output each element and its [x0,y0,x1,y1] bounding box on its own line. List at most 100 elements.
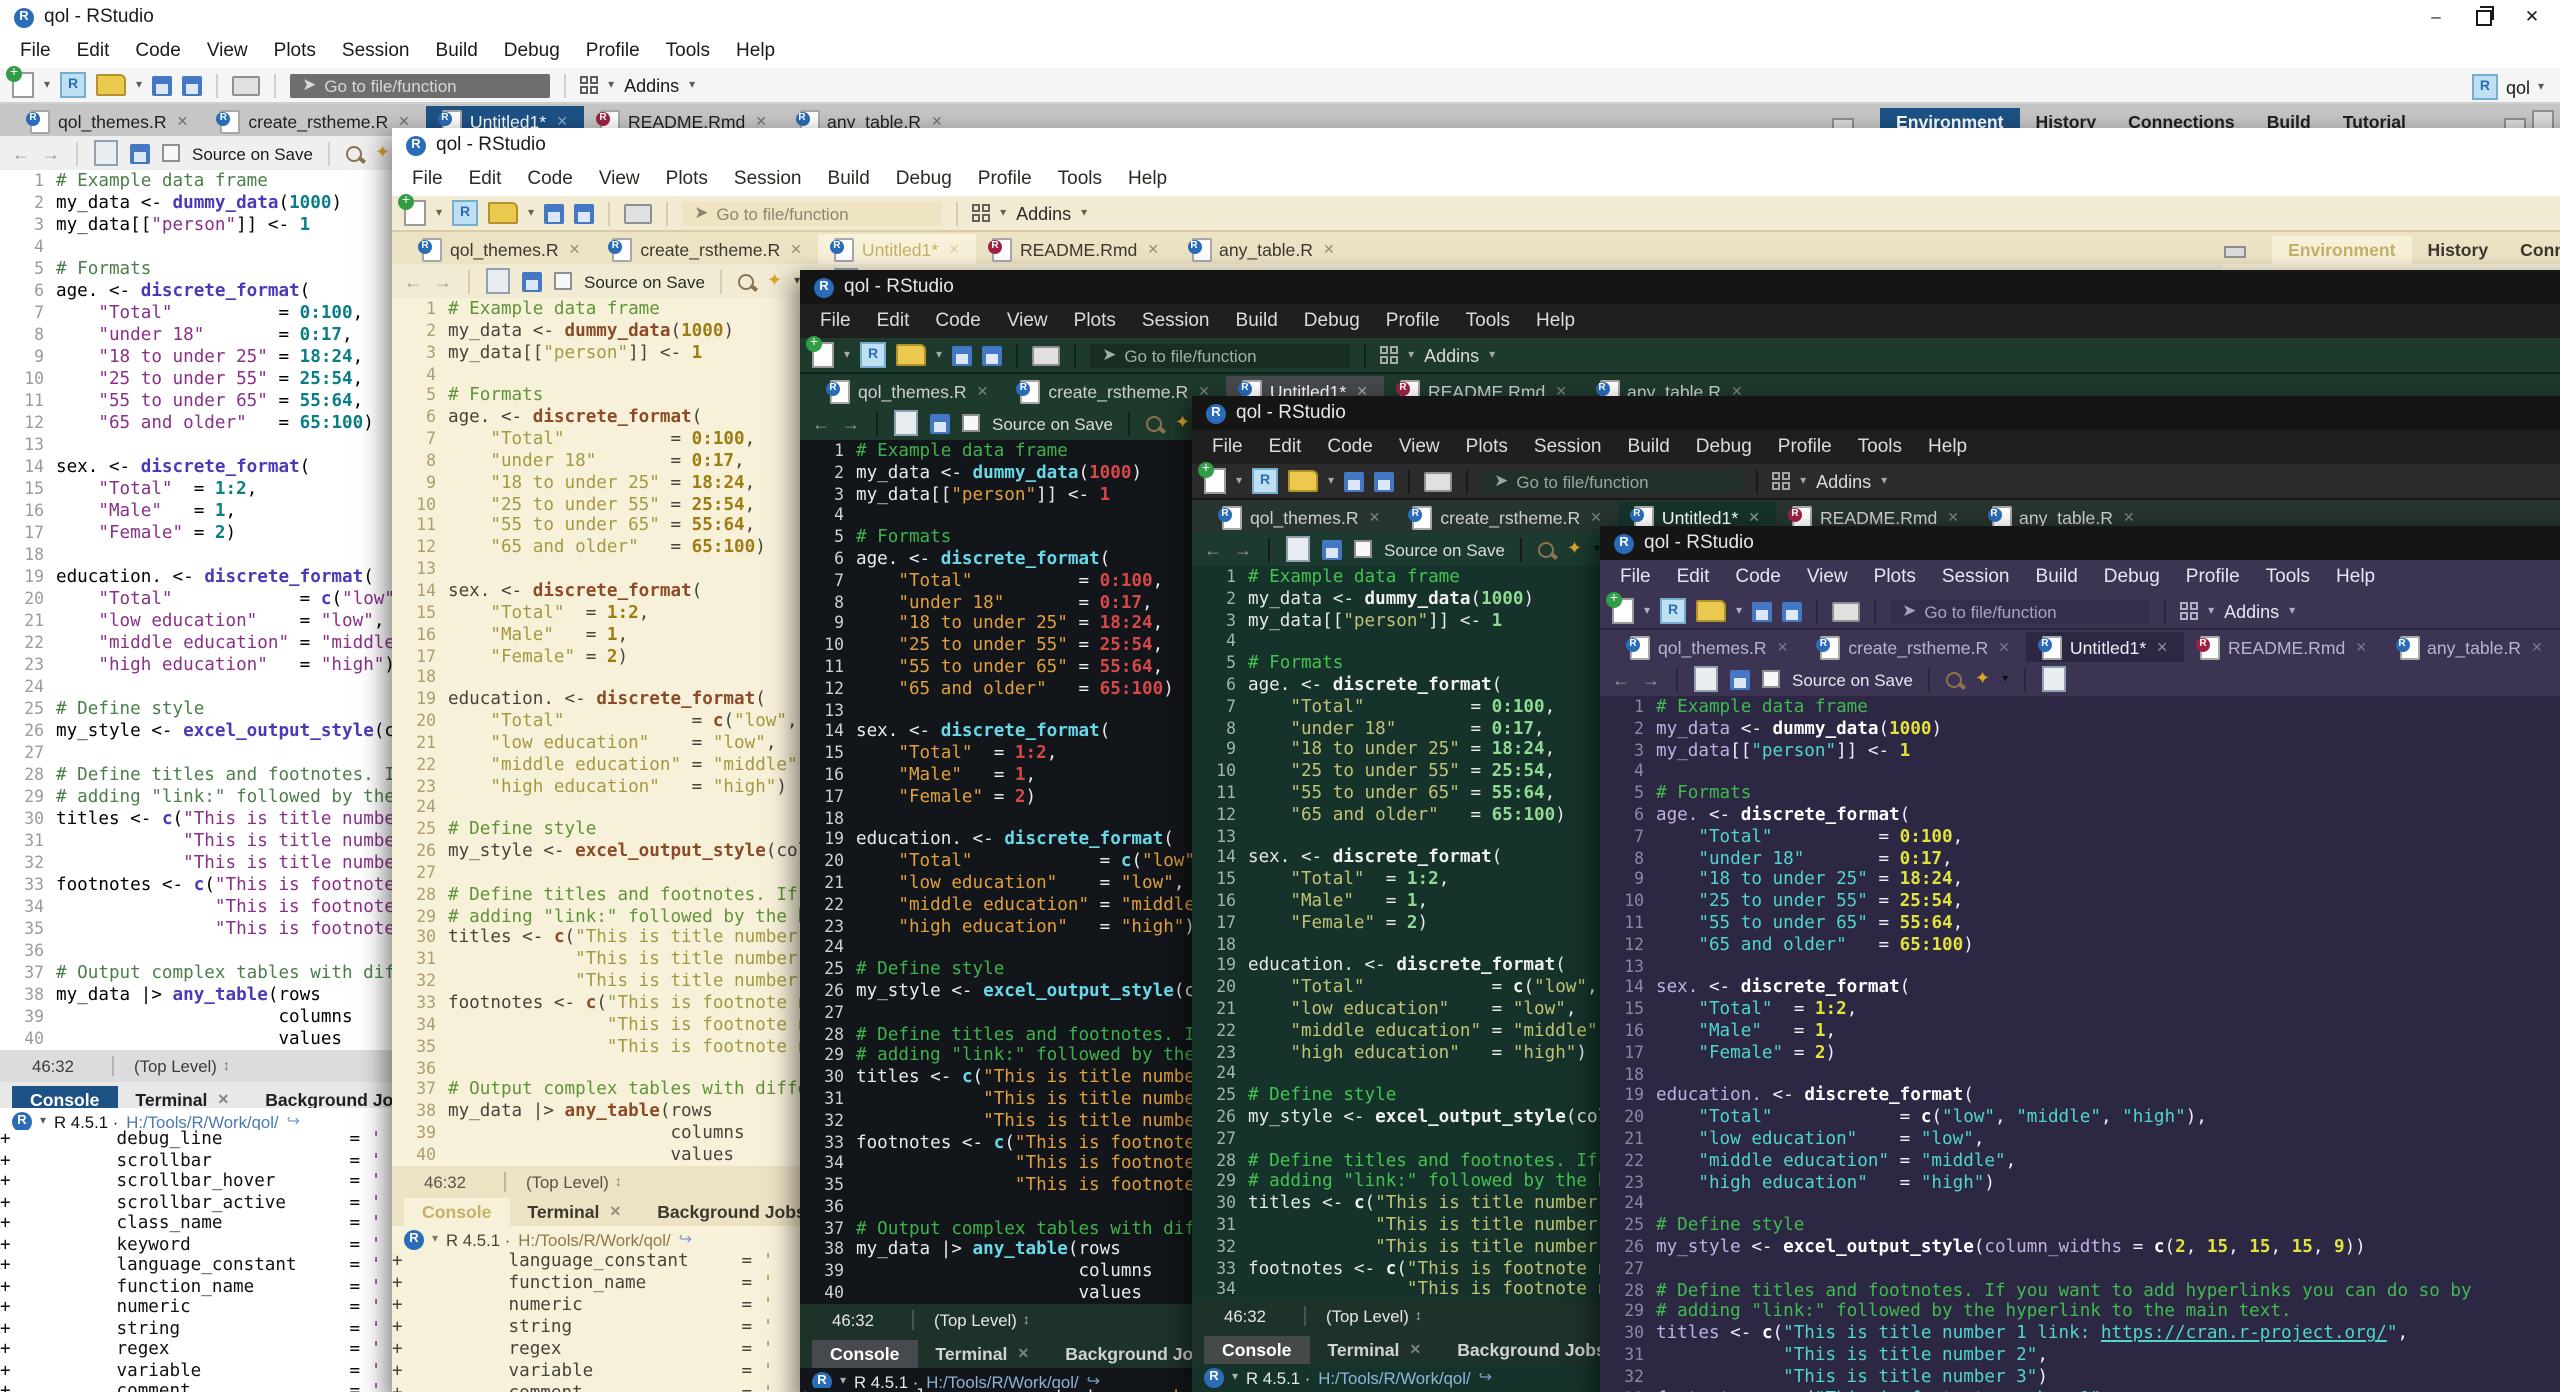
menu-item-code[interactable]: Code [135,40,180,62]
addins-caret-icon[interactable]: ▾ [689,78,695,92]
addins-button[interactable]: Addins [1424,345,1479,365]
menu-item-code[interactable]: Code [1735,566,1780,588]
search-icon[interactable] [1147,415,1163,431]
menu-item-code[interactable]: Code [935,310,980,332]
tab-close-icon[interactable]: ✕ [1590,509,1602,525]
menu-item-profile[interactable]: Profile [2186,566,2240,588]
open-file-icon[interactable] [896,344,926,366]
new-file-icon[interactable] [404,200,426,226]
menu-item-code[interactable]: Code [527,168,572,190]
back-icon[interactable]: ← [1204,539,1222,559]
menu-item-tools[interactable]: Tools [666,40,710,62]
open-file-icon[interactable] [1696,600,1726,622]
addins-caret-icon[interactable]: ▾ [2289,604,2295,618]
tab-close-icon[interactable]: ✕ [2156,639,2168,655]
menu-item-view[interactable]: View [599,168,640,190]
editor-save-icon[interactable] [130,143,150,163]
menu-item-help[interactable]: Help [1536,310,1575,332]
search-icon[interactable] [1539,541,1555,557]
code-tools-wand-icon[interactable]: ✦ [1175,412,1190,434]
code-tools-wand-icon[interactable]: ✦ [767,270,782,292]
code-tools-wand-icon[interactable]: ✦ [375,142,390,164]
menu-item-debug[interactable]: Debug [1304,310,1360,332]
open-file-icon[interactable] [1288,470,1318,492]
menu-item-help[interactable]: Help [736,40,775,62]
editor-tab-qol_themes.r[interactable]: Rqol_themes.R✕ [814,376,1004,406]
open-caret-icon[interactable]: ▾ [528,206,534,220]
menu-item-debug[interactable]: Debug [1696,436,1752,458]
code-tools-wand-icon[interactable]: ✦ [1975,668,1990,690]
tab-close-icon[interactable]: ✕ [755,113,767,129]
menu-item-code[interactable]: Code [1327,436,1372,458]
menu-item-tools[interactable]: Tools [1466,310,1510,332]
save-icon[interactable] [952,345,972,365]
pane-maximize-icon[interactable] [2504,110,2554,130]
menu-item-tools[interactable]: Tools [1858,436,1902,458]
menu-item-build[interactable]: Build [436,40,478,62]
menu-item-plots[interactable]: Plots [1074,310,1116,332]
forward-icon[interactable]: → [42,143,60,163]
menu-item-help[interactable]: Help [2336,566,2375,588]
new-file-icon[interactable] [1612,598,1634,624]
source-on-save-checkbox[interactable] [162,144,180,162]
search-icon[interactable] [739,273,755,289]
menu-item-view[interactable]: View [207,40,248,62]
share-arrow-icon[interactable]: ↪ [1479,1368,1492,1386]
tab-close-icon[interactable]: ✕ [569,241,581,257]
menu-item-view[interactable]: View [1007,310,1048,332]
menu-item-help[interactable]: Help [1928,436,1967,458]
menu-item-edit[interactable]: Edit [469,168,502,190]
console-tab-close-icon[interactable]: ✕ [217,1092,229,1108]
code-tools-wand-icon[interactable]: ✦ [1567,538,1582,560]
console-tab-console[interactable]: Console [1204,1336,1309,1364]
save-all-icon[interactable] [982,345,1002,365]
panes-caret-icon[interactable]: ▾ [1408,348,1414,362]
new-file-icon[interactable] [812,342,834,368]
menu-item-session[interactable]: Session [734,168,802,190]
forward-icon[interactable]: → [842,413,860,433]
editor-tab-readme.rmd[interactable]: RREADME.Rmd✕ [976,234,1175,264]
tab-close-icon[interactable]: ✕ [398,113,410,129]
menu-item-edit[interactable]: Edit [1677,566,1710,588]
panes-caret-icon[interactable]: ▾ [608,78,614,92]
scope-selector[interactable]: (Top Level) [1304,1306,1409,1326]
menu-item-tools[interactable]: Tools [2266,566,2310,588]
new-file-caret-icon[interactable]: ▾ [1644,604,1650,618]
tab-close-icon[interactable]: ✕ [948,241,960,257]
addins-caret-icon[interactable]: ▾ [1081,206,1087,220]
tab-close-icon[interactable]: ✕ [556,113,568,129]
menu-item-tools[interactable]: Tools [1058,168,1102,190]
panes-grid-icon[interactable] [1380,346,1398,364]
save-icon[interactable] [152,75,172,95]
menu-item-help[interactable]: Help [1128,168,1167,190]
editor-tab-readme.rmd[interactable]: RREADME.Rmd✕ [2184,632,2383,662]
pane-tab-history[interactable]: History [2412,236,2505,264]
new-file-caret-icon[interactable]: ▾ [44,78,50,92]
goto-file-function-input[interactable]: ➤ Go to file/function [290,73,550,97]
save-icon[interactable] [1752,601,1772,621]
r-version-caret-icon[interactable]: ▾ [840,1374,846,1388]
editor-tab-create_rstheme.r[interactable]: Rcreate_rstheme.R✕ [1804,632,2026,662]
menu-item-debug[interactable]: Debug [896,168,952,190]
save-all-icon[interactable] [1782,601,1802,621]
menu-item-session[interactable]: Session [1942,566,2010,588]
console-tab-close-icon[interactable]: ✕ [1017,1346,1029,1362]
minimize-icon[interactable]: – [2412,0,2460,34]
editor-tab-any_table.r[interactable]: Rany_table.R✕ [2383,632,2559,662]
compile-report-icon[interactable] [2042,666,2066,692]
r-version-caret-icon[interactable]: ▾ [1232,1370,1238,1384]
menu-item-session[interactable]: Session [1534,436,1602,458]
popout-icon[interactable] [1286,536,1310,562]
addins-button[interactable]: Addins [624,75,679,95]
menu-item-debug[interactable]: Debug [504,40,560,62]
console-tab-terminal[interactable]: Terminal✕ [509,1198,639,1226]
addins-caret-icon[interactable]: ▾ [1489,348,1495,362]
console-tab-console[interactable]: Console [812,1340,917,1368]
panes-grid-icon[interactable] [580,76,598,94]
popout-icon[interactable] [894,410,918,436]
source-on-save-checkbox[interactable] [1354,540,1372,558]
tab-close-icon[interactable]: ✕ [1323,241,1335,257]
save-all-icon[interactable] [182,75,202,95]
source-on-save-checkbox[interactable] [554,272,572,290]
tab-close-icon[interactable]: ✕ [790,241,802,257]
